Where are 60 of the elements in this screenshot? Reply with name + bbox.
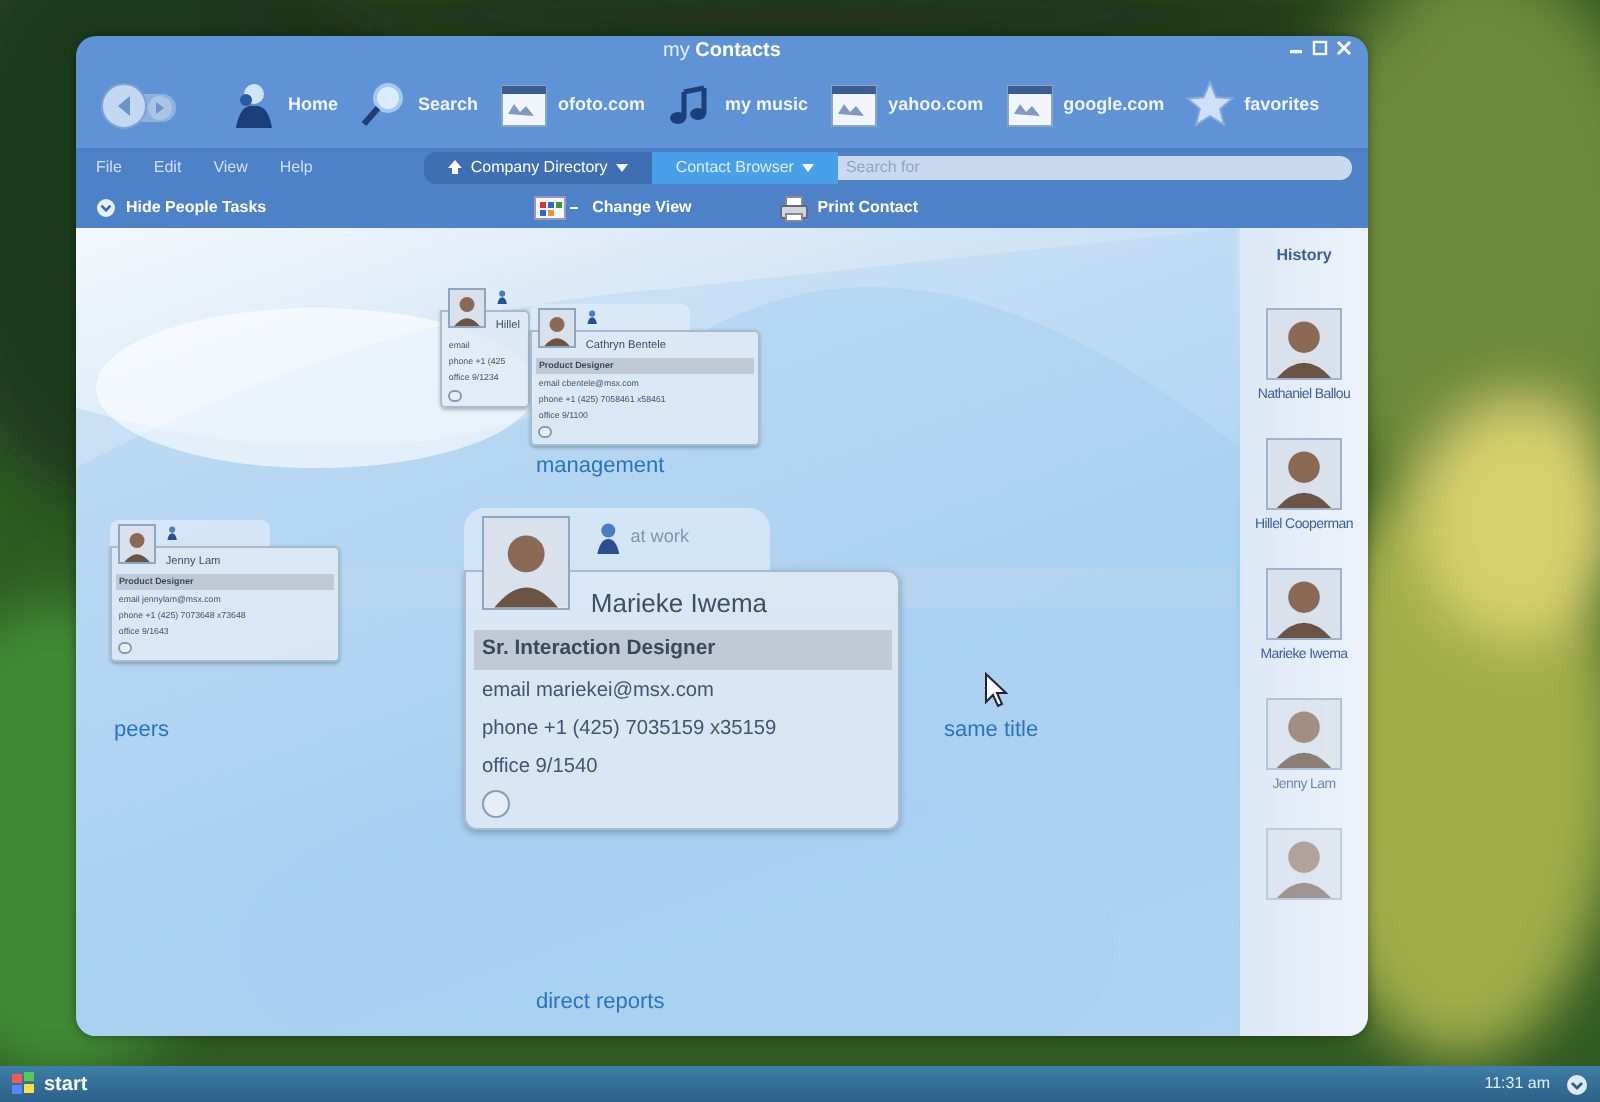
expand-button[interactable]	[448, 389, 461, 402]
person-icon	[586, 309, 599, 325]
menu-item[interactable]: File	[92, 156, 150, 180]
person-icon	[166, 525, 179, 541]
status-text: at work	[630, 524, 689, 551]
group-label: direct reports	[536, 988, 665, 1018]
caret-icon	[801, 163, 814, 172]
task-button[interactable]: Change View	[534, 196, 692, 220]
back-forward-icon[interactable]	[96, 80, 180, 132]
job-title: Sr. Interaction Designer	[473, 629, 891, 670]
collapse-icon	[96, 198, 116, 218]
toolbar-button[interactable]: ofoto.com	[498, 80, 658, 132]
avatar-icon[interactable]	[1266, 828, 1342, 900]
task-button[interactable]: Print Contact	[779, 195, 918, 221]
person-icon	[496, 289, 509, 305]
web-page-icon	[498, 80, 551, 132]
toolbar-button[interactable]: my music	[665, 80, 821, 132]
avatar-icon[interactable]	[1266, 698, 1342, 770]
web-page-icon	[828, 80, 881, 132]
grid-view-icon	[534, 196, 583, 220]
start-button[interactable]: start	[12, 1069, 88, 1099]
chevron-icon[interactable]	[1566, 1073, 1588, 1095]
web-page-icon	[1003, 80, 1056, 132]
close-icon[interactable]	[1336, 40, 1352, 56]
task-button[interactable]: Hide People Tasks	[96, 196, 267, 220]
history-title: History	[1276, 244, 1332, 268]
toolbar-button[interactable]: Home	[228, 80, 351, 132]
up-arrow-icon	[448, 160, 463, 175]
maximize-icon[interactable]	[1312, 40, 1328, 56]
toolbar-button[interactable]: favorites	[1184, 80, 1332, 132]
menu-item[interactable]: Help	[275, 156, 341, 180]
avatar-icon[interactable]	[1266, 438, 1342, 510]
clock-text: 11:31 am	[1484, 1072, 1550, 1096]
caret-icon	[615, 163, 628, 172]
contact-detail: email mariekei@msx.com	[479, 678, 716, 707]
expand-button[interactable]	[538, 426, 551, 439]
breadcrumb-tab[interactable]: Company Directory	[424, 152, 652, 184]
search-field[interactable]: Search for	[837, 156, 1352, 180]
expand-button[interactable]	[481, 789, 511, 818]
contact-name: Marieke Iwema	[588, 586, 770, 623]
contact-detail: phone +1 (425) 7035159 x35159	[479, 715, 779, 744]
breadcrumb-tab[interactable]: Contact Browser	[651, 152, 838, 184]
avatar-icon[interactable]	[1266, 308, 1342, 380]
person-icon	[594, 521, 623, 555]
star-icon	[1184, 80, 1237, 132]
menu-item[interactable]: View	[209, 156, 276, 180]
group-label: same title	[944, 716, 1039, 746]
group-label: management	[536, 452, 665, 482]
windows-logo-icon	[12, 1072, 36, 1096]
window-title: my Contacts	[663, 37, 781, 65]
printer-icon	[779, 195, 808, 221]
toolbar-button[interactable]: yahoo.com	[828, 80, 996, 132]
contact-detail: office 9/1540	[479, 753, 600, 782]
toolbar-button[interactable]: Search	[358, 80, 491, 132]
menu-item[interactable]: Edit	[149, 156, 210, 180]
avatar-icon[interactable]	[1266, 568, 1342, 640]
mouse-pointer-icon	[984, 672, 1008, 708]
toolbar-button[interactable]: google.com	[1003, 80, 1177, 132]
expand-button[interactable]	[118, 642, 131, 655]
group-label: peers	[114, 716, 170, 746]
